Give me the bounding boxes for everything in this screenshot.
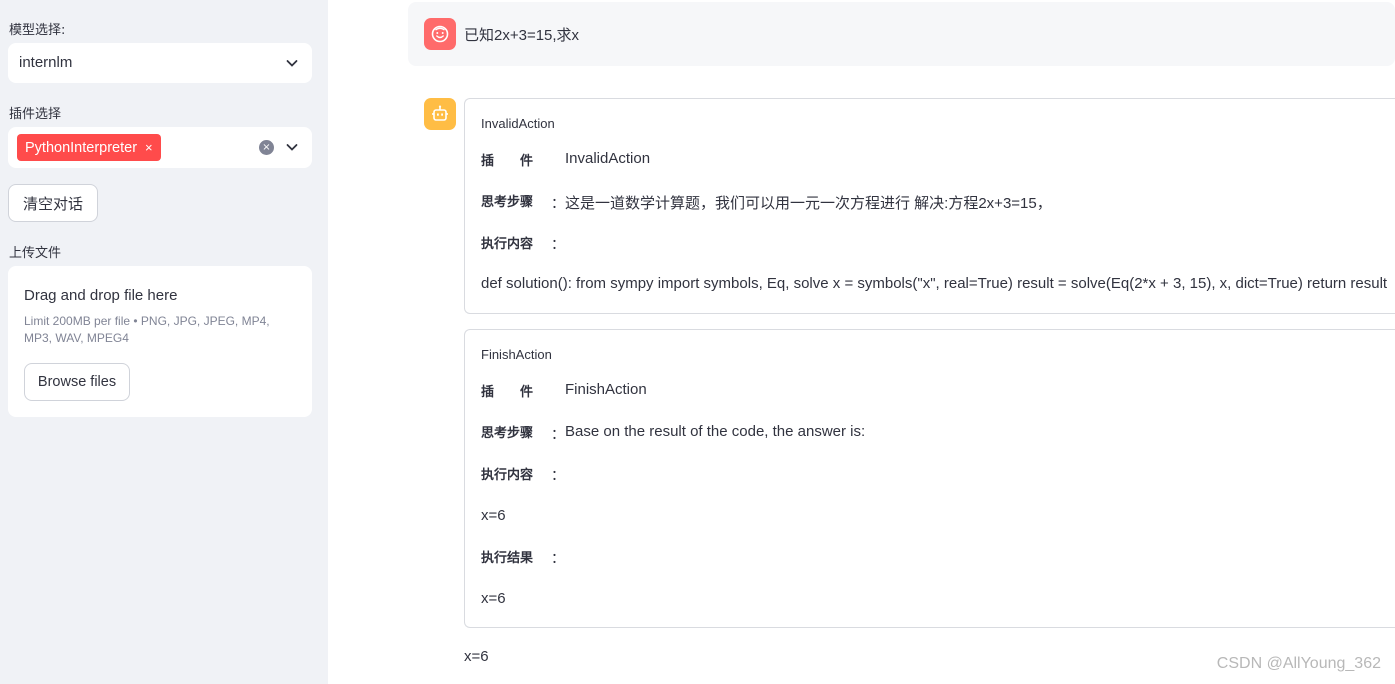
model-select-value: internlm bbox=[19, 54, 73, 71]
action-card-invalid: InvalidAction 插 件 InvalidAction 思考步骤 ： 这… bbox=[464, 98, 1395, 314]
plugin-value: InvalidAction bbox=[565, 150, 651, 167]
final-answer-text: x=6 bbox=[464, 648, 489, 665]
user-message-text: 已知2x+3=15,求x bbox=[464, 27, 580, 44]
exec-value: def solution(): from sympy import symbol… bbox=[481, 275, 1388, 292]
remove-tag-icon[interactable]: × bbox=[145, 140, 153, 155]
plugin-key: 插 件 bbox=[481, 385, 534, 400]
exec-key: 执行内容 bbox=[481, 237, 534, 252]
robot-icon bbox=[424, 98, 456, 130]
plugin-multiselect[interactable]: PythonInterpreter × × bbox=[8, 127, 312, 168]
plugin-select-label: 插件选择 bbox=[9, 107, 62, 122]
card-title: FinishAction bbox=[481, 347, 552, 362]
clear-chat-button[interactable]: 清空对话 bbox=[8, 184, 98, 222]
sidebar: 模型选择: internlm 插件选择 PythonInterpreter × … bbox=[0, 0, 328, 684]
card-title: InvalidAction bbox=[481, 116, 555, 131]
plugin-key: 插 件 bbox=[481, 154, 534, 169]
exec-colon: ： bbox=[551, 468, 565, 484]
think-colon: ： bbox=[551, 427, 565, 443]
watermark: CSDN @AllYoung_362 bbox=[1216, 655, 1381, 672]
clear-selection-icon[interactable]: × bbox=[259, 140, 274, 155]
result-value: x=6 bbox=[481, 590, 506, 607]
exec-value: x=6 bbox=[481, 507, 506, 524]
exec-colon: ： bbox=[551, 237, 565, 253]
think-value: 这是一道数学计算题，我们可以用一元一次方程进行 解决:方程2x+3=15， bbox=[565, 195, 1052, 212]
upload-dropzone-title: Drag and drop file here bbox=[24, 287, 178, 304]
plugin-tag: PythonInterpreter × bbox=[17, 134, 161, 161]
plugin-value: FinishAction bbox=[565, 381, 647, 398]
model-select[interactable]: internlm bbox=[8, 43, 312, 83]
file-uploader[interactable]: Drag and drop file here Limit 200MB per … bbox=[8, 266, 312, 417]
upload-limit-text: Limit 200MB per file • PNG, JPG, JPEG, M… bbox=[24, 314, 270, 345]
result-colon: ： bbox=[551, 551, 565, 567]
browse-files-button[interactable]: Browse files bbox=[24, 363, 130, 401]
exec-key: 执行内容 bbox=[481, 468, 534, 483]
model-select-label: 模型选择: bbox=[9, 23, 66, 38]
result-key: 执行结果 bbox=[481, 551, 534, 566]
action-card-finish: FinishAction 插 件 FinishAction 思考步骤 ： Bas… bbox=[464, 329, 1395, 628]
think-key: 思考步骤 bbox=[481, 195, 534, 210]
upload-label: 上传文件 bbox=[9, 246, 62, 261]
chevron-down-icon bbox=[286, 60, 298, 67]
plugin-tag-label: PythonInterpreter bbox=[25, 139, 138, 156]
user-message: 已知2x+3=15,求x bbox=[408, 2, 1395, 66]
think-value: Base on the result of the code, the answ… bbox=[565, 423, 866, 440]
chevron-down-icon[interactable] bbox=[286, 141, 298, 153]
think-key: 思考步骤 bbox=[481, 426, 534, 441]
smiley-face-icon bbox=[424, 18, 456, 50]
think-colon: ： bbox=[551, 196, 565, 212]
